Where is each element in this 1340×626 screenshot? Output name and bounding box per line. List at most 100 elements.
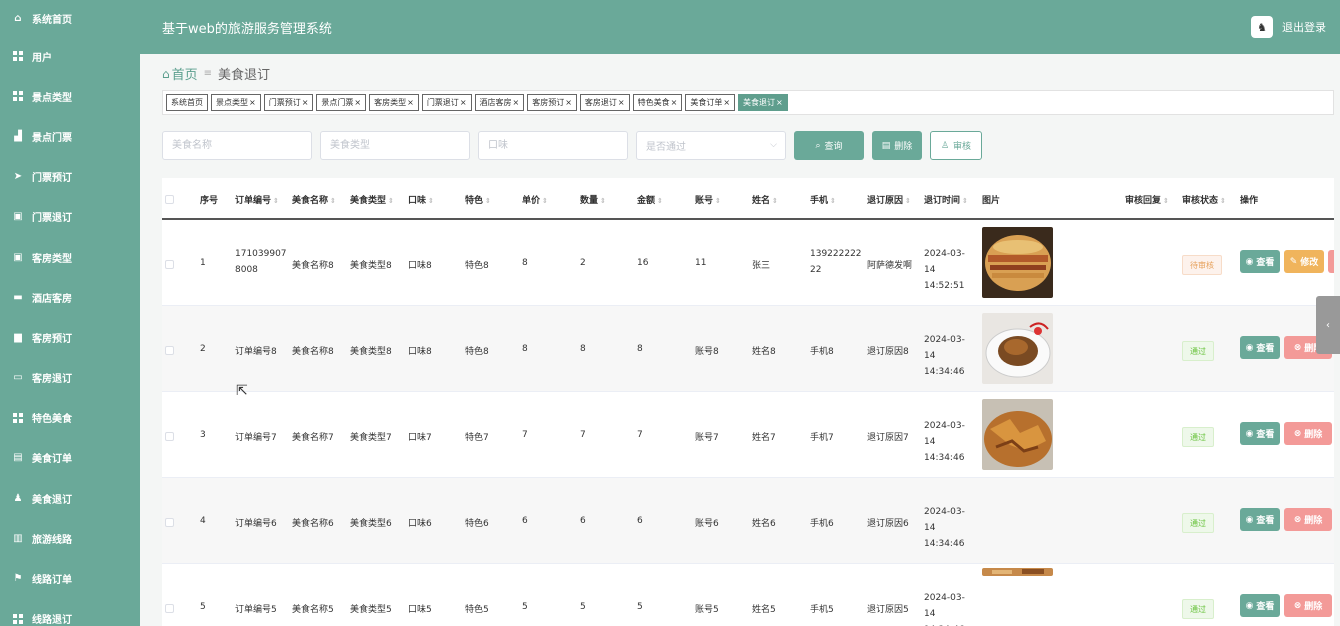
tab-tag[interactable]: 景点门票 × [316, 94, 367, 111]
row-checkbox[interactable] [165, 260, 174, 269]
column-header[interactable]: 特色 ⇕ [465, 193, 491, 206]
sort-icon[interactable]: ⇕ [600, 197, 606, 205]
tab-tag[interactable]: 客房类型 × [369, 94, 419, 111]
tab-tag[interactable]: 酒店客房 × [474, 94, 525, 111]
view-button[interactable]: ◉ 查看 [1240, 508, 1280, 531]
tab-tag[interactable]: 系统首页 [166, 94, 208, 111]
sidebar-item[interactable]: 线路退订 [0, 599, 140, 626]
tab-tag[interactable]: 客房预订 × [527, 94, 577, 111]
food-image[interactable] [982, 568, 1053, 576]
tab-tag[interactable]: 门票预订 × [263, 94, 314, 111]
sidebar-item[interactable]: ♟ 美食退订 [0, 478, 140, 518]
close-icon[interactable]: × [723, 98, 730, 107]
sidebar-item[interactable]: ▆ 客房预订 [0, 317, 140, 357]
column-header[interactable]: 手机 ⇕ [810, 193, 836, 206]
sort-icon[interactable]: ⇕ [1163, 197, 1169, 205]
tab-tag[interactable]: 美食退订 × [738, 94, 788, 111]
close-icon[interactable]: × [776, 98, 783, 107]
close-icon[interactable]: × [407, 98, 414, 107]
close-icon[interactable]: × [354, 98, 361, 107]
food-image[interactable] [982, 227, 1053, 298]
close-icon[interactable]: × [618, 98, 625, 107]
row-checkbox[interactable] [165, 518, 174, 527]
column-header[interactable]: 退订原因 ⇕ [867, 193, 911, 206]
taste-input[interactable] [478, 131, 628, 160]
logout-button[interactable]: ♞ 退出登录 [1251, 16, 1326, 38]
close-icon[interactable]: × [565, 98, 572, 107]
sidebar-item[interactable]: 用户 [0, 36, 140, 76]
sidebar-item[interactable]: ▣ 门票退订 [0, 197, 140, 237]
select-all-checkbox[interactable] [165, 195, 174, 204]
sort-icon[interactable]: ⇕ [772, 197, 778, 205]
sort-icon[interactable]: ⇕ [388, 197, 394, 205]
delete-button-clipped[interactable] [1328, 250, 1334, 273]
sidebar-item[interactable]: ▥ 旅游线路 [0, 518, 140, 558]
food-image[interactable] [982, 313, 1053, 384]
tab-tag[interactable]: 门票退订 × [421, 94, 472, 111]
delete-button[interactable]: ⊗ 删除 [1284, 508, 1332, 531]
tab-tag[interactable]: 美食订单 × [685, 94, 736, 111]
sort-icon[interactable]: ⇕ [962, 197, 968, 205]
view-button[interactable]: ◉ 查看 [1240, 422, 1280, 445]
sidebar-item[interactable]: ➤ 门票预订 [0, 157, 140, 197]
sort-icon[interactable]: ⇕ [657, 197, 663, 205]
view-button[interactable]: ◉ 查看 [1240, 594, 1280, 617]
delete-button[interactable]: ⊗ 删除 [1284, 422, 1332, 445]
close-icon[interactable]: × [513, 98, 520, 107]
column-header[interactable]: 订单编号 ⇕ [235, 193, 279, 206]
sidebar-item[interactable]: ▤ 美食订单 [0, 438, 140, 478]
sort-icon[interactable]: ⇕ [485, 197, 491, 205]
column-header[interactable]: 数量 ⇕ [580, 193, 606, 206]
sort-icon[interactable]: ⇕ [715, 197, 721, 205]
sort-icon[interactable]: ⇕ [273, 197, 279, 205]
sort-icon[interactable]: ⇕ [1220, 197, 1226, 205]
tab-tag[interactable]: 特色美食 × [632, 94, 683, 111]
close-icon[interactable]: × [302, 98, 309, 107]
search-button[interactable]: ⌕ 查询 [794, 131, 864, 160]
audit-button[interactable]: ♙ 审核 [930, 131, 982, 160]
sort-icon[interactable]: ⇕ [905, 197, 911, 205]
view-button[interactable]: ◉ 查看 [1240, 336, 1280, 359]
column-header[interactable]: 金额 ⇕ [637, 193, 663, 206]
sidebar-item[interactable]: ▟ 景点门票 [0, 116, 140, 156]
sidebar-item[interactable]: ▣ 客房类型 [0, 237, 140, 277]
column-header[interactable]: 美食类型 ⇕ [350, 193, 394, 206]
sort-icon[interactable]: ⇕ [330, 197, 336, 205]
sort-icon[interactable]: ⇕ [542, 197, 548, 205]
sidebar-item[interactable]: ▭ 客房退订 [0, 358, 140, 398]
column-header[interactable]: 审核状态 ⇕ [1182, 193, 1226, 206]
breadcrumb-home[interactable]: 首页 [172, 64, 198, 83]
side-drawer-handle[interactable]: ‹ [1316, 296, 1340, 354]
row-checkbox[interactable] [165, 346, 174, 355]
close-icon[interactable]: × [671, 98, 678, 107]
table-row[interactable]: 4 订单编号6 美食名称6 美食类型6 口味6 特色6 6 6 6 账号6 姓名6 手机6 退订原因6 2… [162, 478, 1334, 564]
sort-icon[interactable]: ⇕ [428, 197, 434, 205]
column-header[interactable]: 美食名称 ⇕ [292, 193, 336, 206]
sort-icon[interactable]: ⇕ [830, 197, 836, 205]
tab-tag[interactable]: 景点类型 × [211, 94, 261, 111]
food-name-input[interactable] [162, 131, 312, 160]
view-button[interactable]: ◉ 查看 [1240, 250, 1280, 273]
tab-tag[interactable]: 客房退订 × [579, 94, 630, 111]
sidebar-item[interactable]: 景点类型 [0, 76, 140, 116]
sidebar-item[interactable]: ⚑ 线路订单 [0, 558, 140, 598]
column-header[interactable]: 姓名 ⇕ [752, 193, 778, 206]
close-icon[interactable]: × [460, 98, 467, 107]
column-header[interactable]: 账号 ⇕ [695, 193, 721, 206]
sidebar-item[interactable]: ⌂ 系统首页 [0, 0, 140, 36]
edit-button[interactable]: ✎ 修改 [1284, 250, 1324, 273]
column-header[interactable]: 口味 ⇕ [408, 193, 434, 206]
column-header[interactable]: 退订时间 ⇕ [924, 193, 968, 206]
table-row[interactable]: 5 订单编号5 美食名称5 美食类型5 口味5 特色5 5 5 5 账号5 姓名5 手机5 退订原因5 2… [162, 564, 1334, 626]
food-type-input[interactable] [320, 131, 470, 160]
row-checkbox[interactable] [165, 604, 174, 613]
column-header[interactable]: 单价 ⇕ [522, 193, 548, 206]
batch-delete-button[interactable]: ▤ 删除 [872, 131, 922, 160]
table-row[interactable]: 3 订单编号7 美食名称7 美食类型7 口味7 特色7 7 7 7 账号7 姓名7 手机7 退订原因7 2… [162, 392, 1334, 478]
food-image[interactable] [982, 399, 1053, 470]
sidebar-item[interactable]: 特色美食 [0, 398, 140, 438]
table-row[interactable]: 2 订单编号8 美食名称8 美食类型8 口味8 特色8 8 8 8 账号8 姓名8 手机8 退订原因8 2… [162, 306, 1334, 392]
column-header[interactable]: 审核回复 ⇕ [1125, 193, 1169, 206]
sidebar-item[interactable]: ▬ 酒店客房 [0, 277, 140, 317]
delete-button[interactable]: ⊗ 删除 [1284, 594, 1332, 617]
